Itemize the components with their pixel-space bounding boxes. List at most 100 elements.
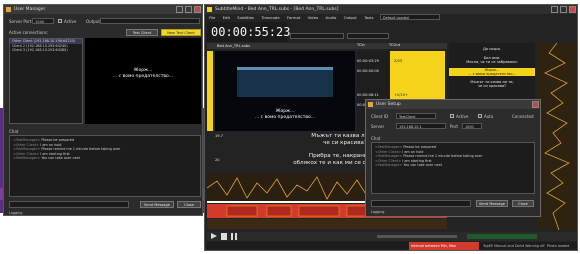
- close-button[interactable]: Close: [177, 201, 201, 208]
- preset-select[interactable]: Default Loaded: [380, 14, 440, 20]
- user-manager-titlebar: User Manager: [4, 5, 202, 14]
- chat-message: <TestManager> You can take over next: [375, 163, 442, 168]
- level-meter: [467, 234, 537, 239]
- subtitle-list-panel: До скоро. Бил ами. Мисля, че ти се забра…: [449, 43, 535, 103]
- audio-waveform-2[interactable]: [207, 219, 447, 229]
- close-icon[interactable]: [532, 101, 539, 108]
- output-field[interactable]: [100, 18, 200, 24]
- timecode-value: 00:00:55:23: [211, 25, 291, 39]
- maximize-icon[interactable]: [185, 6, 192, 13]
- selection-marker: [207, 51, 213, 131]
- chat-label: Chat: [371, 136, 381, 141]
- user-setup-title: User Setup: [376, 102, 401, 107]
- status-mid: TopEE Manual and Dahlt Warning off: [483, 244, 545, 248]
- tcin-cell: 00:00:03:29: [357, 59, 379, 63]
- font-select[interactable]: [347, 33, 389, 39]
- status-bar: Interval between Min, Max TopEE Manual a…: [207, 242, 577, 250]
- timecode-display: 00:00:55:23: [207, 22, 291, 42]
- active-checkbox[interactable]: [58, 19, 62, 23]
- duration-cell: 2/03: [394, 59, 403, 63]
- menu-audio[interactable]: Audio: [326, 15, 337, 20]
- menu-edit[interactable]: Edit: [223, 15, 230, 20]
- server-port-label: Server Port: [9, 19, 32, 24]
- auto-checkbox[interactable]: [478, 114, 482, 118]
- footer-label: Logging: [9, 211, 23, 215]
- subtitle-list-line: че си красива?: [477, 84, 507, 88]
- preview-area: Жорж... ... с вомо предателство...: [85, 38, 201, 124]
- app-icon: [368, 102, 373, 107]
- port-label: Port: [450, 124, 458, 129]
- app-icon: [6, 7, 11, 12]
- transport-bar: [207, 232, 577, 241]
- port-field[interactable]: 1000: [462, 123, 482, 129]
- track-select[interactable]: [290, 33, 344, 39]
- user-setup-dialog: User Setup Client ID TestClient Active A…: [365, 99, 541, 217]
- user-manager-window: User Manager Server Port 1000 Active Out…: [3, 4, 203, 216]
- app-titlebar: SubtitleMind - Bed Ann_TRL.subs - [Bed A…: [205, 5, 577, 14]
- volume-slider[interactable]: [377, 235, 457, 238]
- message-input[interactable]: [9, 201, 129, 208]
- video-subtitle-line: ... с вомо предателство...: [254, 115, 316, 120]
- client-id-label: Client ID: [371, 114, 389, 119]
- menu-subtitles[interactable]: Subtitles: [237, 15, 254, 20]
- connection-item[interactable]: Client 3 (192.168.10.293:64380): [10, 48, 82, 53]
- user-manager-title: User Manager: [14, 7, 46, 12]
- send-message-button[interactable]: Send Message: [140, 201, 174, 208]
- new-test-client-button[interactable]: New Test Client: [161, 29, 201, 36]
- message-input[interactable]: [371, 200, 471, 207]
- client-id-field[interactable]: TestClient: [396, 113, 436, 119]
- vertical-waveform-graphic: [544, 42, 570, 231]
- test-client-button[interactable]: Test Client: [126, 29, 158, 36]
- subtitle-list-line: ... с вомо предателство...: [449, 72, 535, 76]
- col-tcin: TCIn: [357, 43, 365, 47]
- vertical-waveform[interactable]: [537, 42, 577, 231]
- duration-cell: +2/10+: [394, 93, 409, 97]
- app-icon: [207, 7, 212, 12]
- connections-list[interactable]: Other Client (192.168.10.198:64220) Clie…: [9, 38, 83, 124]
- row-number: 19.7: [215, 134, 224, 138]
- close-icon[interactable]: [569, 6, 576, 13]
- preview-subtitle-line: ... с вомо предателство...: [112, 74, 174, 79]
- app-title: SubtitleMind - Bed Ann_TRL.subs - [Bed A…: [215, 7, 339, 12]
- user-setup-titlebar: User Setup: [366, 100, 540, 109]
- active-connections-label: Active connections:: [9, 30, 49, 35]
- server-port-field[interactable]: 1000: [32, 18, 54, 24]
- connection-item[interactable]: Other Client (192.168.10.198:64220): [10, 39, 82, 44]
- active-checkbox[interactable]: [450, 114, 454, 118]
- subtitle-list-line: Мисля, че ти се забравили.: [466, 60, 518, 64]
- server-field[interactable]: 192.168.10.1: [396, 123, 446, 129]
- status-warning: Interval between Min, Max: [409, 242, 479, 250]
- chat-label: Chat: [9, 129, 19, 134]
- minimize-icon[interactable]: [176, 6, 183, 13]
- row-number: 20: [215, 158, 220, 162]
- tcin-cell: 00:00:00:00: [357, 69, 379, 73]
- status-right: Photo loaded: [547, 244, 570, 248]
- menu-file[interactable]: File: [209, 15, 215, 20]
- menu-output[interactable]: Output: [344, 15, 357, 20]
- stop-icon[interactable]: [221, 233, 227, 240]
- close-icon[interactable]: [194, 6, 201, 13]
- chat-log: <TestManager> Please be prepared <Other …: [9, 135, 201, 197]
- chat-message: <TestManager> You can take over next: [13, 156, 80, 161]
- tab-file[interactable]: Bed Ann_TRL.subs: [217, 44, 250, 48]
- minimize-icon[interactable]: [551, 6, 558, 13]
- maximize-icon[interactable]: [560, 6, 567, 13]
- video-player[interactable]: Жорж... ... с вомо предателство...: [215, 51, 355, 131]
- menu-timecode[interactable]: Timecode: [261, 15, 279, 20]
- menu-tools[interactable]: Tools: [364, 15, 373, 20]
- video-scene: [237, 67, 333, 97]
- active-label: Active: [64, 19, 77, 24]
- menu-video[interactable]: Video: [308, 15, 319, 20]
- menu-format[interactable]: Format: [287, 15, 300, 20]
- footer-label: Logging: [371, 210, 385, 214]
- subtitle-list-line: До скоро.: [482, 47, 502, 51]
- send-message-button[interactable]: Send Message: [476, 200, 508, 207]
- pause-icon[interactable]: [231, 233, 237, 240]
- connected-label: Connected: [512, 114, 534, 119]
- close-button[interactable]: Close: [512, 200, 534, 207]
- server-label: Server: [371, 124, 385, 129]
- play-icon[interactable]: [211, 233, 217, 239]
- tcin-cell: 00:00:06:11: [357, 93, 379, 97]
- active-label: Active: [456, 114, 469, 119]
- output-label: Output: [86, 19, 100, 24]
